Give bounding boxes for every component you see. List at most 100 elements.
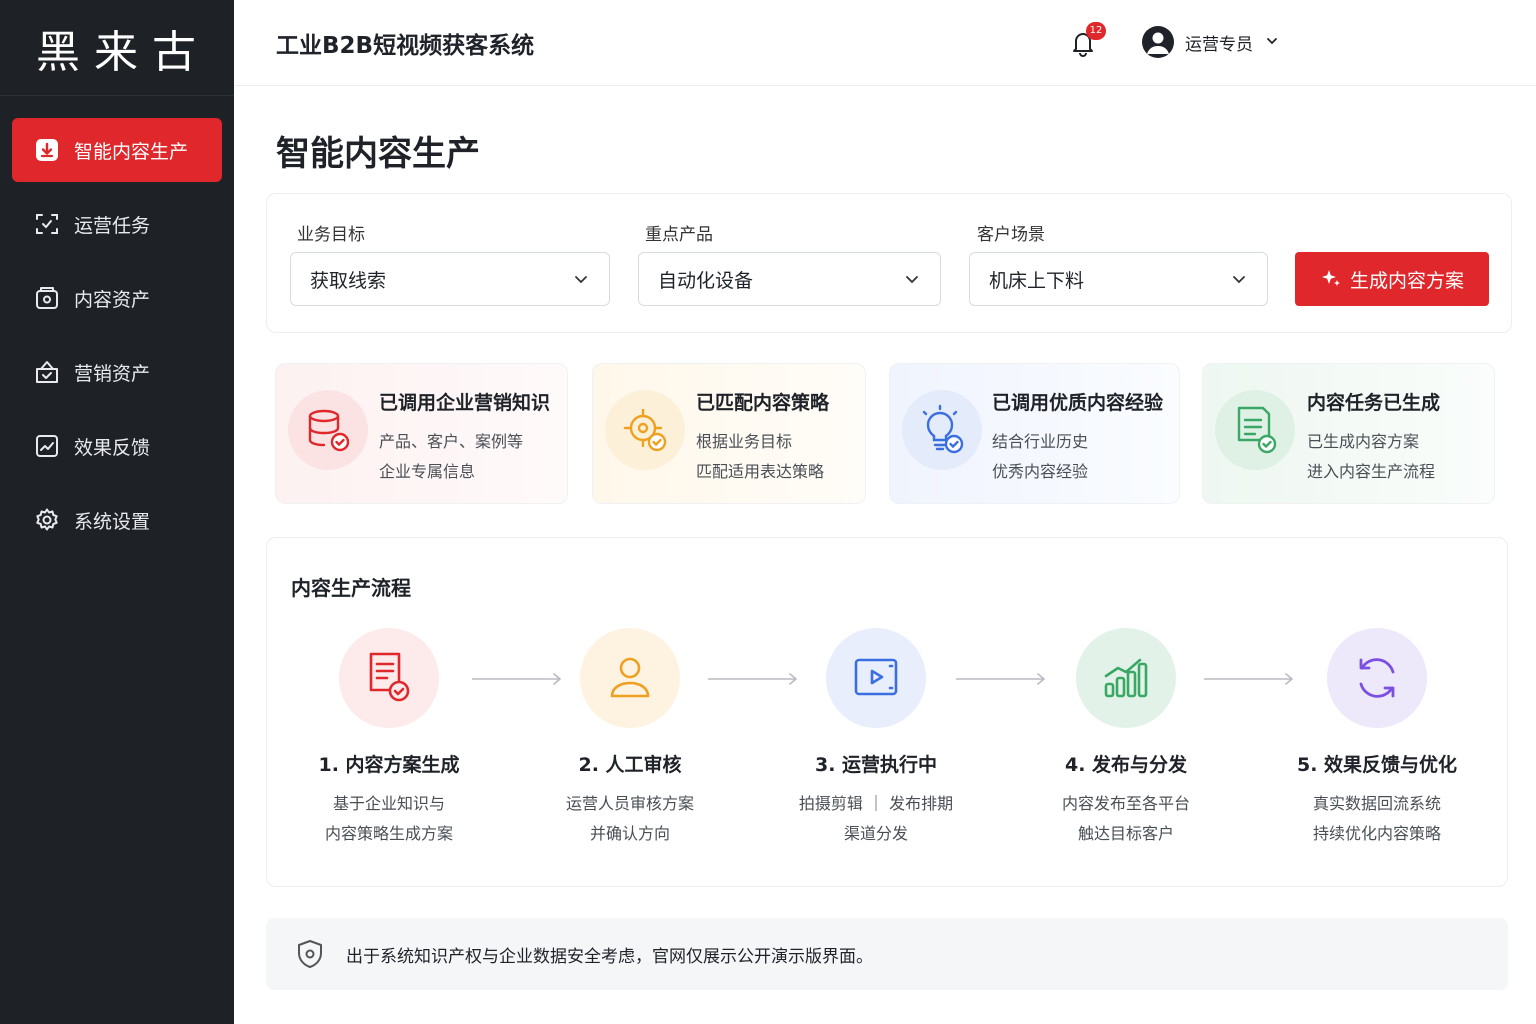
process-title: 内容生产流程 (291, 576, 411, 600)
step-title: 4. 发布与分发 (1064, 754, 1188, 776)
step-desc: 持续优化内容策略 (1312, 824, 1441, 843)
user-icon (610, 657, 650, 698)
bar-growth-icon (1104, 658, 1148, 698)
step-desc: 基于企业知识与 (332, 794, 445, 813)
arrow-right-icon (1204, 673, 1294, 685)
sidebar-item-label: 效果反馈 (74, 436, 151, 459)
sidebar-item-content-assets[interactable]: 内容资产 (12, 266, 222, 330)
chevron-down-icon (906, 276, 918, 284)
arrow-right-icon (708, 673, 798, 685)
card-line: 企业专属信息 (379, 462, 476, 481)
chart-feedback-icon (34, 433, 60, 459)
card-title: 内容任务已生成 (1307, 392, 1441, 414)
user-name: 运营专员 (1185, 34, 1253, 55)
card-title: 已调用企业营销知识 (379, 392, 551, 414)
step-5-circle (1327, 628, 1427, 728)
business-goal-select[interactable]: 获取线索 (290, 252, 610, 306)
step-4-circle (1076, 628, 1176, 728)
step-desc: 运营人员审核方案 (565, 794, 694, 813)
asset-box-icon (34, 285, 60, 311)
sidebar-item-label: 系统设置 (74, 510, 151, 533)
lightbulb-check-icon (902, 390, 982, 470)
business-goal-value: 获取线索 (310, 269, 387, 292)
status-card-strategy: 已匹配内容策略 根据业务目标 匹配适用表达策略 (592, 363, 866, 504)
content-process-panel: 内容生产流程 1. 内容方案生成 基于企业知识与 内容策略生成方案 2. 人工审… (266, 537, 1508, 887)
sidebar-item-label: 智能内容生产 (74, 140, 189, 163)
sidebar-item-label: 运营任务 (74, 214, 151, 237)
sidebar-nav: 智能内容生产 运营任务 内容资产 营销资产 效果反馈 系统设置 (0, 96, 234, 552)
step-desc: 内容策略生成方案 (324, 824, 453, 843)
security-notice: 出于系统知识产权与企业数据安全考虑，官网仅展示公开演示版界面。 (266, 918, 1508, 990)
sidebar-item-settings[interactable]: 系统设置 (12, 488, 222, 552)
sidebar: 黑来古 智能内容生产 运营任务 内容资产 营销资产 效果反馈 系统设置 (0, 0, 234, 1024)
top-header: 工业B2B短视频获客系统 (234, 0, 1536, 86)
customer-scene-value: 机床上下料 (989, 269, 1085, 292)
step-3-circle (826, 628, 926, 728)
sidebar-item-label: 内容资产 (74, 288, 151, 311)
customer-scene-select[interactable]: 机床上下料 (969, 252, 1268, 306)
step-1-circle (339, 628, 439, 728)
document-check-icon (1215, 390, 1295, 470)
status-card-experience: 已调用优质内容经验 结合行业历史 优秀内容经验 (889, 363, 1180, 504)
step-title: 3. 运营执行中 (814, 754, 938, 776)
key-product-label: 重点产品 (645, 225, 713, 245)
download-box-icon (34, 137, 60, 163)
step-desc: 真实数据回流系统 (1312, 794, 1441, 813)
notice-text: 出于系统知识产权与企业数据安全考虑，官网仅展示公开演示版界面。 (346, 946, 873, 967)
generate-button-label: 生成内容方案 (1349, 269, 1464, 292)
key-product-select[interactable]: 自动化设备 (638, 252, 941, 306)
video-play-icon (854, 658, 898, 696)
notification-count-badge: 12 (1086, 22, 1106, 40)
step-desc: 并确认方向 (589, 824, 670, 843)
step-desc: 拍摄剪辑 ｜ 发布排期 (798, 794, 954, 813)
business-goal-label: 业务目标 (297, 225, 365, 245)
sidebar-item-label: 营销资产 (74, 362, 151, 385)
step-desc: 内容发布至各平台 (1061, 794, 1190, 813)
key-product-value: 自动化设备 (658, 269, 754, 292)
step-2-circle (580, 628, 680, 728)
sidebar-item-feedback[interactable]: 效果反馈 (12, 414, 222, 478)
avatar (1142, 26, 1174, 58)
arrow-right-icon (472, 673, 562, 685)
card-line: 根据业务目标 (696, 432, 793, 451)
target-check-icon (605, 390, 685, 470)
user-menu[interactable]: 运营专员 (1142, 26, 1279, 58)
sidebar-item-marketing-assets[interactable]: 营销资产 (12, 340, 222, 404)
card-line: 进入内容生产流程 (1307, 462, 1436, 481)
card-line: 结合行业历史 (992, 432, 1089, 451)
chevron-down-icon (1233, 276, 1245, 284)
status-card-knowledge: 已调用企业营销知识 产品、客户、案例等 企业专属信息 (275, 363, 568, 504)
arrow-right-icon (956, 673, 1046, 685)
card-line: 已生成内容方案 (1307, 432, 1420, 451)
card-line: 优秀内容经验 (992, 462, 1089, 481)
refresh-cycle-icon (1359, 658, 1395, 698)
scan-task-icon (34, 211, 60, 237)
chevron-down-icon (575, 276, 587, 284)
logo-text: 黑来古 (36, 26, 210, 78)
marketing-box-icon (34, 359, 60, 385)
customer-scene-label: 客户场景 (977, 225, 1045, 245)
step-title: 5. 效果反馈与优化 (1296, 754, 1458, 776)
chevron-down-icon (1265, 33, 1279, 52)
card-title: 已匹配内容策略 (696, 392, 830, 414)
gear-icon (34, 507, 60, 533)
card-line: 匹配适用表达策略 (696, 462, 825, 481)
generate-content-plan-button[interactable]: 生成内容方案 (1295, 252, 1489, 306)
step-title: 1. 内容方案生成 (318, 754, 460, 776)
sparkle-icon (1321, 270, 1340, 286)
step-desc: 触达目标客户 (1077, 824, 1174, 843)
sidebar-item-ops-tasks[interactable]: 运营任务 (12, 192, 222, 256)
status-card-task-generated: 内容任务已生成 已生成内容方案 进入内容生产流程 (1202, 363, 1495, 504)
shield-icon (298, 940, 322, 968)
step-title: 2. 人工审核 (578, 754, 682, 776)
database-check-icon (288, 390, 368, 470)
step-desc: 渠道分发 (843, 824, 908, 843)
card-title: 已调用优质内容经验 (992, 392, 1164, 414)
app-title: 工业B2B短视频获客系统 (276, 32, 535, 59)
card-line: 产品、客户、案例等 (379, 432, 524, 451)
logo[interactable]: 黑来古 (0, 0, 234, 96)
document-check-icon (369, 652, 410, 702)
page-title: 智能内容生产 (276, 134, 480, 174)
sidebar-item-content-production[interactable]: 智能内容生产 (12, 118, 222, 182)
filter-panel: 业务目标 获取线索 重点产品 自动化设备 客户场景 机床上下料 生成内容方案 (266, 193, 1512, 333)
